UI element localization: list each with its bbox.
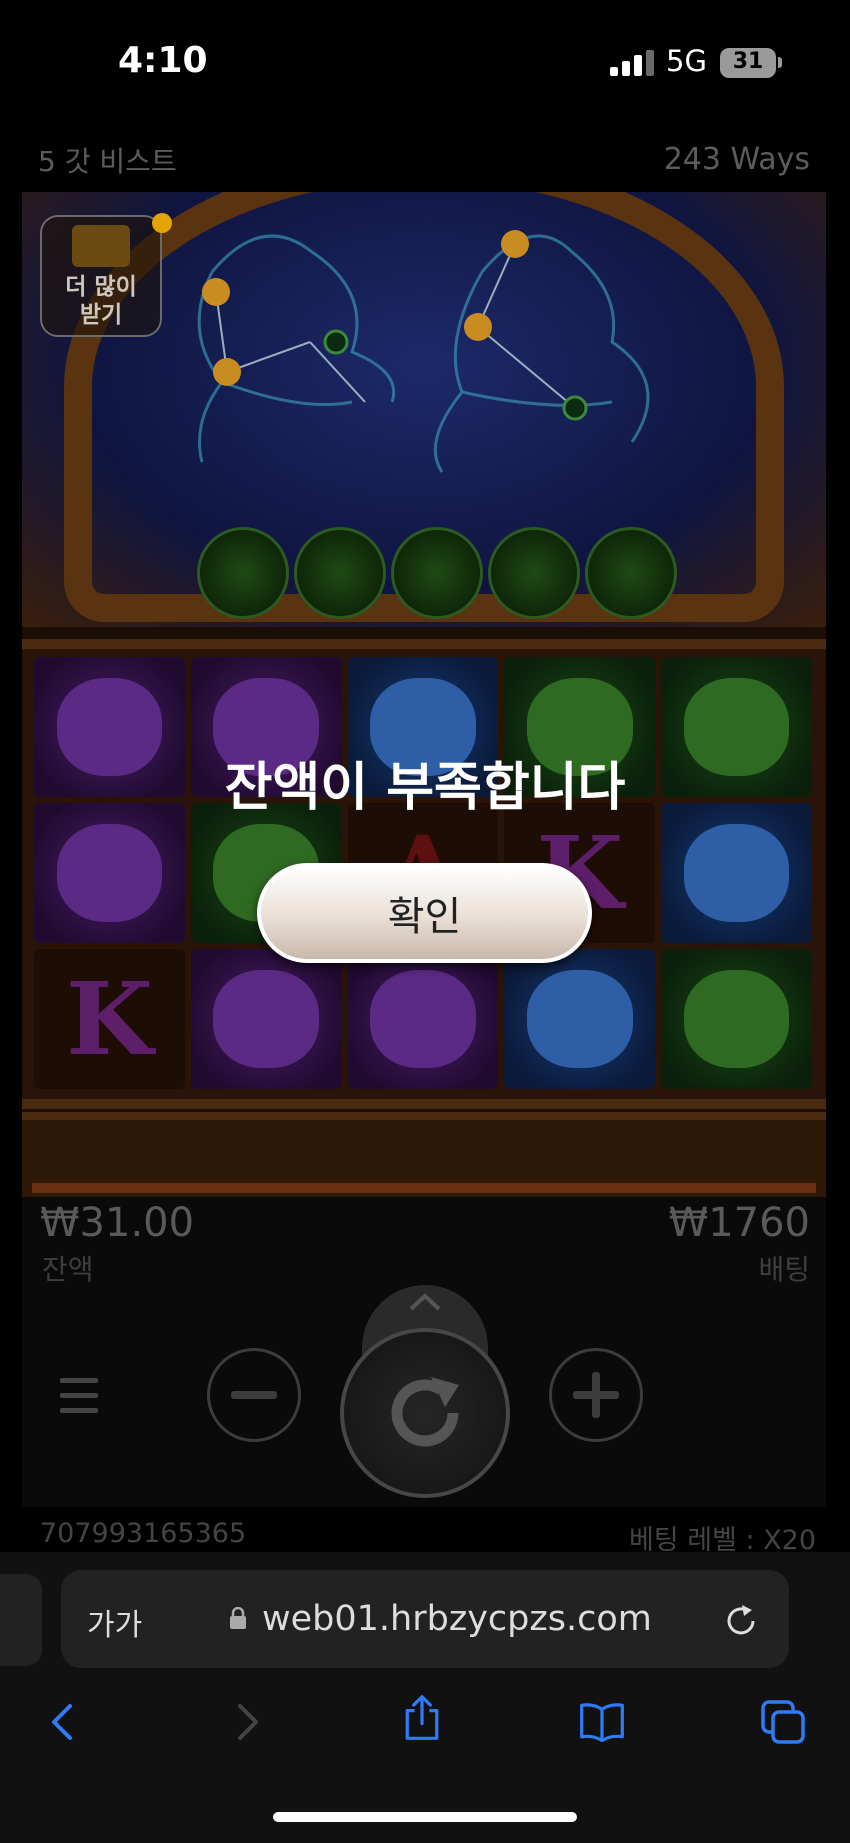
green-phoenix-icon bbox=[683, 970, 790, 1068]
bet-value: ₩1760 bbox=[668, 1200, 810, 1246]
reel-symbol-purple-dragon bbox=[347, 949, 499, 1089]
previous-tab-preview[interactable] bbox=[0, 1574, 42, 1666]
tabs-icon[interactable] bbox=[759, 1698, 807, 1746]
balance-label: 잔액 bbox=[42, 1253, 94, 1286]
reel-symbol-blue-tiger bbox=[504, 949, 656, 1089]
reel-symbol-green-phoenix bbox=[661, 949, 812, 1089]
reel-symbol-blue-tiger bbox=[661, 803, 812, 943]
menu-line bbox=[60, 1378, 98, 1383]
network-type: 5G bbox=[666, 44, 707, 78]
gift-icon bbox=[72, 225, 130, 267]
game-ways: 243 Ways bbox=[663, 142, 810, 177]
battery-level: 31 bbox=[732, 49, 764, 74]
lock-icon bbox=[230, 1607, 246, 1629]
reel-symbol-letter: K bbox=[34, 949, 185, 1089]
zodiac-coin bbox=[391, 527, 483, 619]
game-round-id: 707993165365 bbox=[40, 1518, 247, 1549]
status-time: 4:10 bbox=[118, 40, 208, 81]
menu-icon[interactable] bbox=[60, 1378, 98, 1418]
menu-line bbox=[60, 1393, 98, 1398]
back-icon[interactable] bbox=[40, 1698, 88, 1746]
battery-tip bbox=[778, 57, 782, 68]
url-text[interactable]: web01.hrbzycpzs.com bbox=[262, 1599, 652, 1639]
chevron-up-icon bbox=[409, 1293, 441, 1311]
zodiac-coin bbox=[488, 527, 580, 619]
increase-bet-button[interactable] bbox=[549, 1348, 643, 1442]
bookmarks-icon[interactable] bbox=[578, 1698, 626, 1746]
purple-beast-icon bbox=[56, 824, 163, 922]
get-more-label: 더 많이 받기 bbox=[65, 274, 137, 328]
battery-icon: 31 bbox=[720, 48, 776, 78]
spin-button[interactable] bbox=[340, 1328, 510, 1498]
notification-dot bbox=[152, 213, 172, 233]
forward-icon[interactable] bbox=[222, 1698, 270, 1746]
text-size-button[interactable]: 가가 bbox=[87, 1600, 142, 1644]
minus-icon bbox=[231, 1391, 277, 1399]
balance-value: ₩31.00 bbox=[40, 1200, 195, 1246]
confirm-button[interactable]: 확인 bbox=[257, 863, 592, 963]
zodiac-coin bbox=[585, 527, 677, 619]
menu-line bbox=[60, 1408, 98, 1413]
bet-label: 배팅 bbox=[758, 1253, 810, 1286]
zodiac-coin bbox=[294, 527, 386, 619]
plus-icon bbox=[573, 1372, 619, 1418]
spin-icon bbox=[391, 1377, 459, 1447]
game-title: 5 갓 비스트 bbox=[38, 145, 177, 178]
floor-stripe bbox=[32, 1183, 816, 1193]
game-frame: 더 많이 받기 AKK bbox=[22, 192, 826, 1197]
reel-symbol-purple-dragon bbox=[190, 949, 342, 1089]
blue-tiger-icon bbox=[527, 970, 633, 1068]
constellation-art bbox=[197, 230, 650, 473]
purple-dragon-icon bbox=[213, 970, 319, 1068]
blue-tiger-icon bbox=[683, 824, 790, 922]
share-icon[interactable] bbox=[398, 1694, 446, 1742]
home-indicator bbox=[273, 1812, 577, 1822]
zodiac-coin-row bbox=[197, 527, 677, 619]
reel-symbol-purple-beast bbox=[34, 803, 185, 943]
cellular-signal-icon bbox=[610, 50, 654, 76]
insufficient-balance-message: 잔액이 부족합니다 bbox=[224, 758, 626, 818]
reel-floor bbox=[22, 1112, 826, 1197]
reload-icon[interactable] bbox=[722, 1602, 760, 1640]
zodiac-coin bbox=[197, 527, 289, 619]
decrease-bet-button[interactable] bbox=[207, 1348, 301, 1442]
constellation-panel: 더 많이 받기 bbox=[22, 192, 826, 627]
purple-dragon-icon bbox=[370, 970, 476, 1068]
get-more-button[interactable]: 더 많이 받기 bbox=[40, 213, 172, 337]
